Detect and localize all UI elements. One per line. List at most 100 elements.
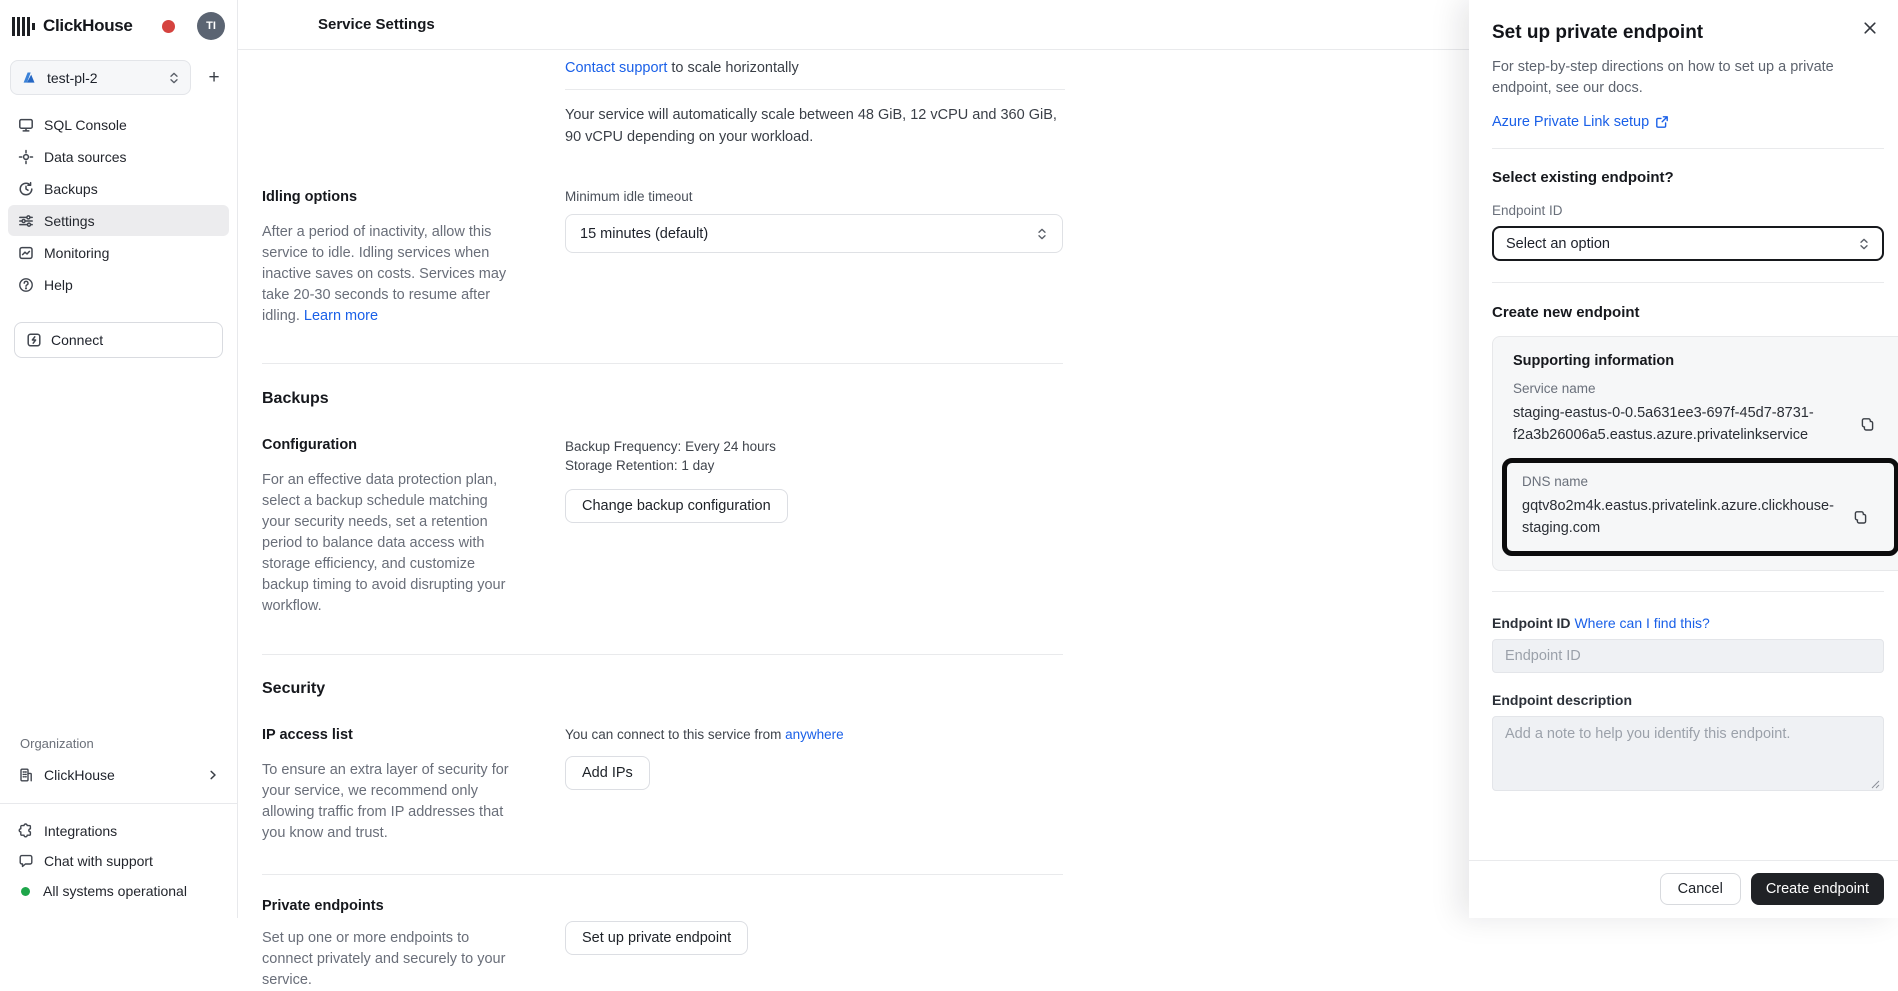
existing-endpoint-select[interactable]: Select an option [1492,226,1884,261]
endpoint-id-label: Endpoint ID [1492,615,1574,631]
autoscale-description: Your service will automatically scale be… [565,104,1065,148]
building-icon [18,767,34,783]
copy-icon[interactable] [1852,509,1869,526]
azure-icon [21,70,37,86]
sidebar-item-chat-support[interactable]: Chat with support [8,846,229,876]
cancel-button[interactable]: Cancel [1660,873,1741,905]
monitoring-chart-icon [18,245,34,261]
learn-more-link[interactable]: Learn more [304,308,378,324]
endpoint-description-textarea[interactable] [1492,716,1884,791]
existing-endpoint-select-value: Select an option [1506,236,1858,252]
chevron-updown-icon [168,71,180,85]
chevron-right-icon [207,769,219,781]
sidebar-item-label: Integrations [44,823,117,839]
ip-access-list-title: IP access list [262,727,512,743]
idling-description: After a period of inactivity, allow this… [262,222,512,327]
ip-access-description: To ensure an extra layer of security for… [262,760,512,844]
sidebar-item-label: Backups [44,181,98,197]
close-icon[interactable] [1862,20,1878,36]
sidebar-item-label: Monitoring [44,245,109,261]
organization-name: ClickHouse [44,767,115,783]
setup-private-endpoint-panel: Set up private endpoint For step-by-step… [1469,0,1898,918]
add-service-button[interactable]: + [203,67,225,89]
contact-support-link[interactable]: Contact support [565,60,667,76]
connect-button[interactable]: Connect [14,322,223,358]
row-divider [565,89,1065,90]
private-endpoints-title: Private endpoints [262,898,512,914]
connect-label: Connect [51,332,103,348]
storage-retention-value: Storage Retention: 1 day [565,456,1063,475]
main-header: Service Settings [238,0,1469,50]
section-divider [262,654,1063,655]
anywhere-link[interactable]: anywhere [785,727,844,742]
add-ips-button[interactable]: Add IPs [565,756,650,790]
sidebar-item-settings[interactable]: Settings [8,205,229,236]
sidebar-item-label: Data sources [44,149,126,165]
create-endpoint-button[interactable]: Create endpoint [1751,873,1884,905]
idle-timeout-value: 15 minutes (default) [580,226,1036,242]
organization-switcher[interactable]: ClickHouse [8,759,229,791]
private-endpoints-description: Set up one or more endpoints to connect … [262,928,512,991]
sidebar-item-label: Settings [44,213,95,229]
sidebar-item-label: Chat with support [44,853,153,869]
dns-name-label: DNS name [1522,474,1885,489]
status-green-dot-icon [21,887,30,896]
section-divider [262,874,1063,875]
sidebar-item-backups[interactable]: Backups [8,173,229,204]
create-new-endpoint-title: Create new endpoint [1492,304,1884,321]
sidebar-divider [0,803,237,804]
page-title: Service Settings [318,16,435,33]
help-question-icon [18,277,34,293]
puzzle-icon [18,823,34,839]
recording-dot-icon [162,20,175,33]
brand-name: ClickHouse [43,16,133,36]
plug-icon [26,332,42,348]
supporting-information-card: Supporting information Service name stag… [1492,336,1898,571]
copy-icon[interactable] [1859,416,1876,433]
external-link-icon [1655,115,1669,129]
backup-frequency-value: Backup Frequency: Every 24 hours [565,437,1063,456]
backup-configuration-title: Configuration [262,437,512,453]
panel-footer: Cancel Create endpoint [1469,860,1898,918]
sidebar-item-data-sources[interactable]: Data sources [8,141,229,172]
sidebar-item-integrations[interactable]: Integrations [8,816,229,846]
sidebar-item-label: SQL Console [44,117,127,133]
security-section-title: Security [262,680,1063,698]
data-sources-icon [18,149,34,165]
service-name-value: staging-eastus-0-0.5a631ee3-697f-45d7-87… [1513,402,1847,446]
idle-timeout-select[interactable]: 15 minutes (default) [565,214,1063,253]
panel-divider [1492,148,1884,149]
panel-description: For step-by-step directions on how to se… [1492,57,1844,99]
change-backup-configuration-button[interactable]: Change backup configuration [565,489,788,523]
organization-heading: Organization [20,736,217,751]
chat-bubble-icon [18,853,34,869]
azure-private-link-setup-link[interactable]: Azure Private Link setup [1492,114,1649,130]
clickhouse-logo-icon [12,15,35,37]
backups-section-title: Backups [262,390,1063,408]
endpoint-id-input[interactable] [1492,639,1884,673]
main-content: Service Settings Contact support to scal… [238,0,1469,918]
where-can-i-find-this-link[interactable]: Where can I find this? [1574,615,1709,631]
service-name: test-pl-2 [47,70,158,86]
system-status[interactable]: All systems operational [8,876,229,906]
setup-private-endpoint-button[interactable]: Set up private endpoint [565,921,748,955]
settings-sliders-icon [18,213,34,229]
chevron-updown-icon [1858,237,1870,251]
panel-divider [1492,591,1884,592]
endpoint-description-label: Endpoint description [1492,692,1884,708]
backup-description: For an effective data protection plan, s… [262,470,512,617]
sidebar-item-sql-console[interactable]: SQL Console [8,109,229,140]
sidebar-item-help[interactable]: Help [8,269,229,300]
idling-options-title: Idling options [262,189,512,205]
select-existing-endpoint-title: Select existing endpoint? [1492,169,1884,186]
service-selector[interactable]: test-pl-2 [10,60,191,95]
sidebar-item-monitoring[interactable]: Monitoring [8,237,229,268]
connect-from-text: You can connect to this service from [565,727,785,742]
dns-name-value: gqtv8o2m4k.eastus.privatelink.azure.clic… [1522,495,1840,539]
supporting-information-title: Supporting information [1513,353,1889,369]
sidebar: ClickHouse TI test-pl-2 + SQL Console [0,0,238,918]
status-label: All systems operational [43,883,187,899]
user-avatar[interactable]: TI [197,12,225,40]
dns-name-highlight-box: DNS name gqtv8o2m4k.eastus.privatelink.a… [1502,458,1898,556]
section-divider [262,363,1063,364]
